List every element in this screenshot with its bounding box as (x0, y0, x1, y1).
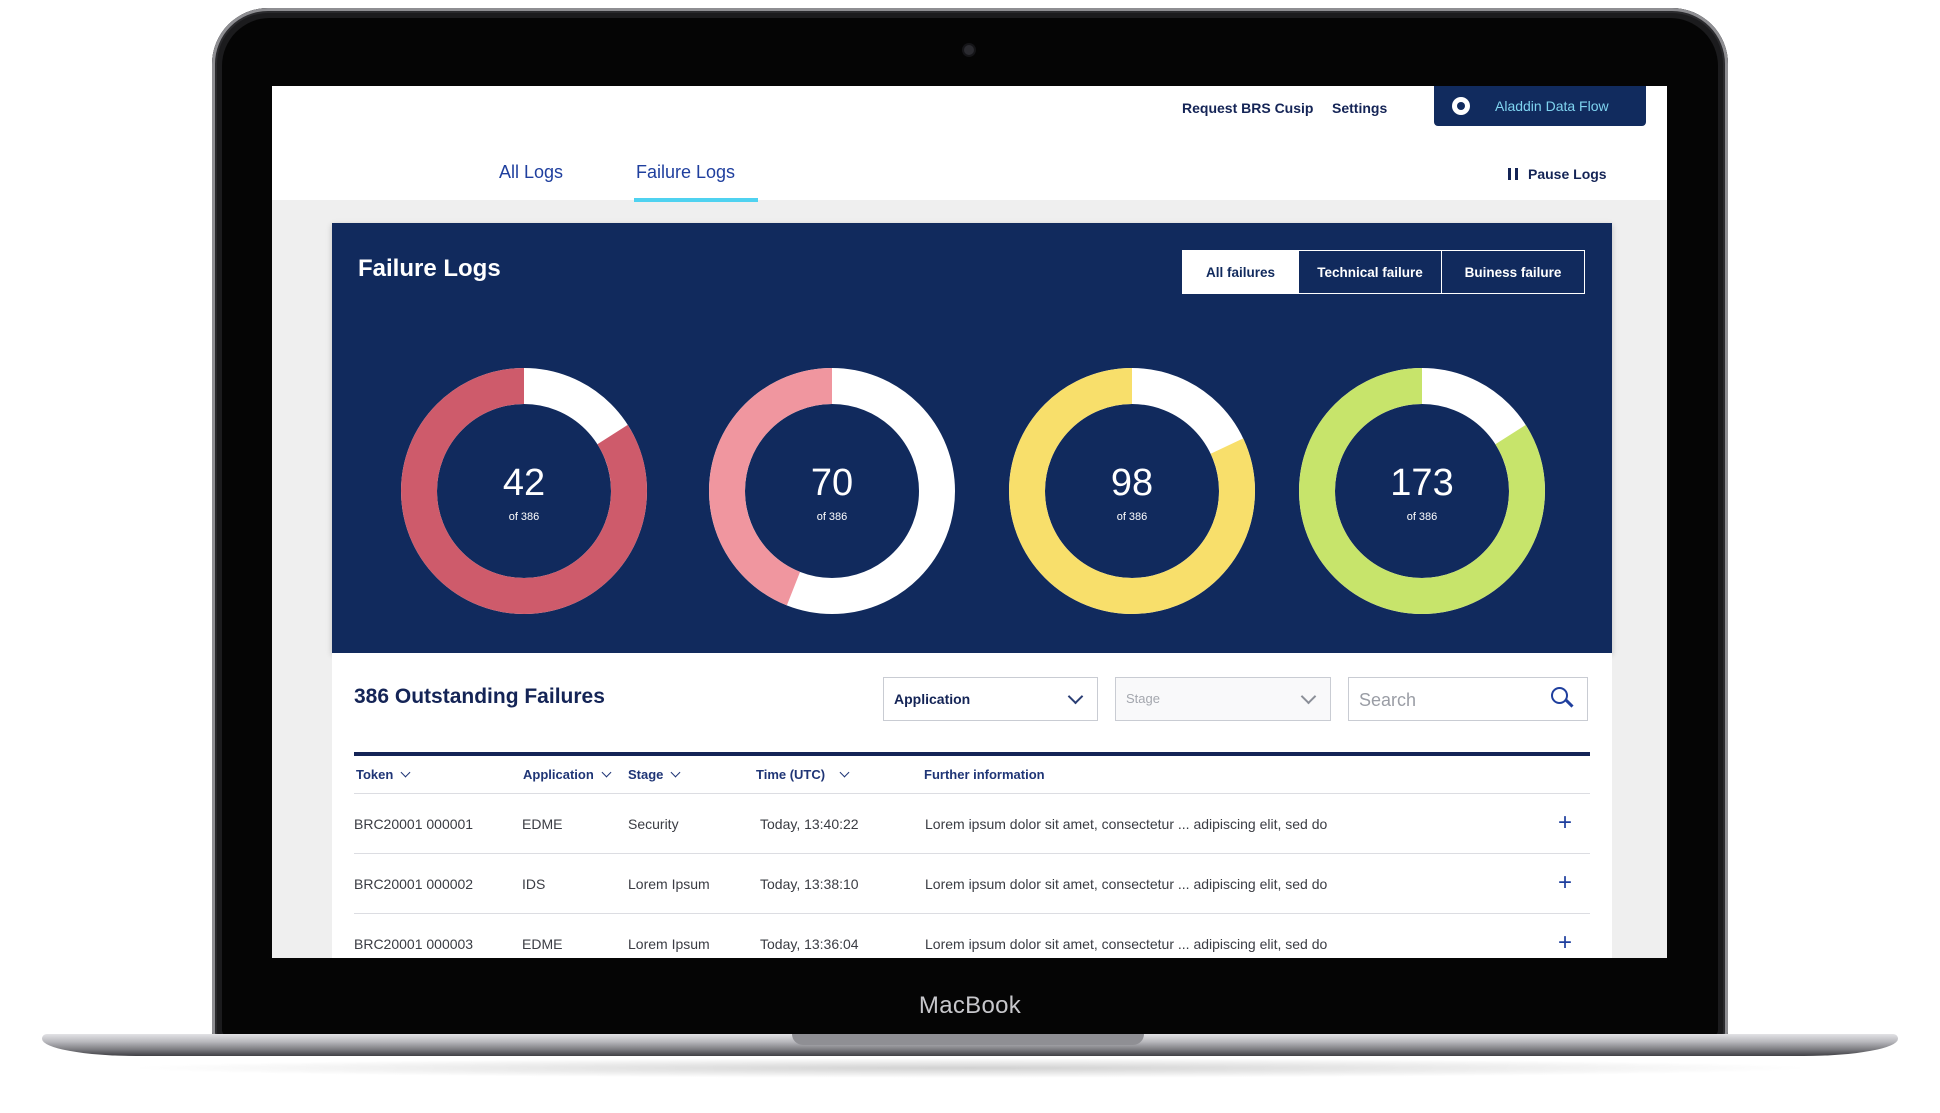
pause-logs-label: Pause Logs (1528, 166, 1607, 182)
donut-total: of 386 (1406, 511, 1438, 523)
search-box (1348, 677, 1588, 721)
table-row[interactable]: BRC20001 000001 EDME Security Today, 13:… (354, 793, 1590, 854)
donut-total: of 386 (816, 511, 848, 523)
app-screen: Request BRS Cusip Settings Aladdin Data … (272, 86, 1667, 958)
application-select[interactable]: Application (883, 677, 1098, 721)
sort-chevron-icon (670, 767, 681, 778)
failure-type-filter: All failures Technical failure Buiness f… (1182, 250, 1585, 294)
active-tab-indicator (634, 198, 758, 202)
donut-total: of 386 (1116, 511, 1148, 523)
expand-plus-icon[interactable]: + (1558, 809, 1572, 837)
pause-logs-button[interactable]: Pause Logs (1508, 166, 1607, 182)
column-header-time[interactable]: Time (UTC) (756, 767, 850, 782)
row-further-information: Lorem ipsum dolor sit amet, consectetur … (925, 876, 1328, 892)
request-brs-cusip-link[interactable]: Request BRS Cusip (1182, 100, 1313, 116)
tab-all-logs[interactable]: All Logs (499, 162, 563, 183)
filter-all-failures[interactable]: All failures (1183, 251, 1298, 293)
aladdin-logo-icon (1452, 97, 1470, 115)
stage-select-placeholder: Stage (1126, 691, 1160, 706)
donut-value: 173 (1390, 462, 1454, 504)
search-icon[interactable] (1551, 687, 1569, 705)
device-brand: MacBook (918, 992, 1022, 1019)
laptop-notch (792, 1034, 1144, 1045)
row-token: BRC20001 000001 (354, 816, 474, 832)
row-stage: Lorem Ipsum (628, 876, 710, 892)
row-further-information: Lorem ipsum dolor sit amet, consectetur … (925, 936, 1328, 952)
column-header-label: Application (523, 767, 594, 782)
row-further-information: Lorem ipsum dolor sit amet, consectetur … (925, 816, 1328, 832)
aladdin-data-flow-label: Aladdin Data Flow (1495, 98, 1609, 114)
donut-chart: 98 of 386 (1009, 368, 1255, 614)
column-header-label: Time (UTC) (756, 767, 826, 782)
table-row[interactable]: BRC20001 000003 EDME Lorem Ipsum Today, … (354, 913, 1590, 958)
column-header-stage[interactable]: Stage (628, 767, 681, 782)
row-time: Today, 13:36:04 (760, 936, 859, 952)
outstanding-failures-card: 386 Outstanding Failures Application Sta… (332, 653, 1612, 958)
row-application: IDS (522, 876, 546, 892)
column-header-token[interactable]: Token (356, 767, 411, 782)
filter-technical-failure[interactable]: Technical failure (1298, 251, 1441, 293)
outstanding-failures-title: 386 Outstanding Failures (354, 685, 605, 708)
column-header-label: Token (356, 767, 394, 782)
row-application: EDME (522, 816, 563, 832)
donut-value: 98 (1110, 462, 1154, 504)
expand-plus-icon[interactable]: + (1558, 929, 1572, 957)
table-row[interactable]: BRC20001 000002 IDS Lorem Ipsum Today, 1… (354, 853, 1590, 914)
column-header-application[interactable]: Application (523, 767, 612, 782)
stage-select[interactable]: Stage (1115, 677, 1331, 721)
application-select-value: Application (894, 691, 971, 707)
row-time: Today, 13:38:10 (760, 876, 859, 892)
panel-title: Failure Logs (358, 255, 501, 282)
sort-chevron-icon (400, 767, 411, 778)
search-input[interactable] (1357, 686, 1541, 714)
filter-business-failure[interactable]: Buiness failure (1441, 251, 1584, 293)
donut-chart: 173 of 386 (1299, 368, 1545, 614)
sort-chevron-icon (839, 767, 850, 778)
row-token: BRC20001 000002 (354, 876, 474, 892)
row-stage: Security (628, 816, 679, 832)
row-token: BRC20001 000003 (354, 936, 474, 952)
camera-icon (964, 45, 974, 55)
column-header-further-information: Further information (924, 767, 1045, 782)
donut-value: 42 (502, 462, 546, 504)
chevron-down-icon (1067, 688, 1084, 705)
tab-failure-logs[interactable]: Failure Logs (636, 162, 735, 183)
row-stage: Lorem Ipsum (628, 936, 710, 952)
expand-plus-icon[interactable]: + (1558, 869, 1572, 897)
chevron-down-icon (1300, 688, 1317, 705)
donut-chart: 42 of 386 (401, 368, 647, 614)
row-time: Today, 13:40:22 (760, 816, 859, 832)
column-header-label: Stage (628, 767, 664, 782)
aladdin-data-flow-button[interactable]: Aladdin Data Flow (1434, 86, 1646, 126)
sort-chevron-icon (601, 767, 612, 778)
pause-icon (1508, 168, 1518, 180)
donut-total: of 386 (508, 511, 540, 523)
settings-link[interactable]: Settings (1332, 100, 1387, 116)
donut-chart: 70 of 386 (709, 368, 955, 614)
failure-logs-panel: Failure Logs All failures Technical fail… (332, 223, 1612, 653)
row-application: EDME (522, 936, 563, 952)
top-bar: Request BRS Cusip Settings Aladdin Data … (272, 86, 1667, 202)
donut-value: 70 (810, 462, 854, 504)
laptop-shadow (120, 1058, 1820, 1078)
column-header-label: Further information (924, 767, 1045, 782)
table-header-rule (354, 752, 1590, 756)
